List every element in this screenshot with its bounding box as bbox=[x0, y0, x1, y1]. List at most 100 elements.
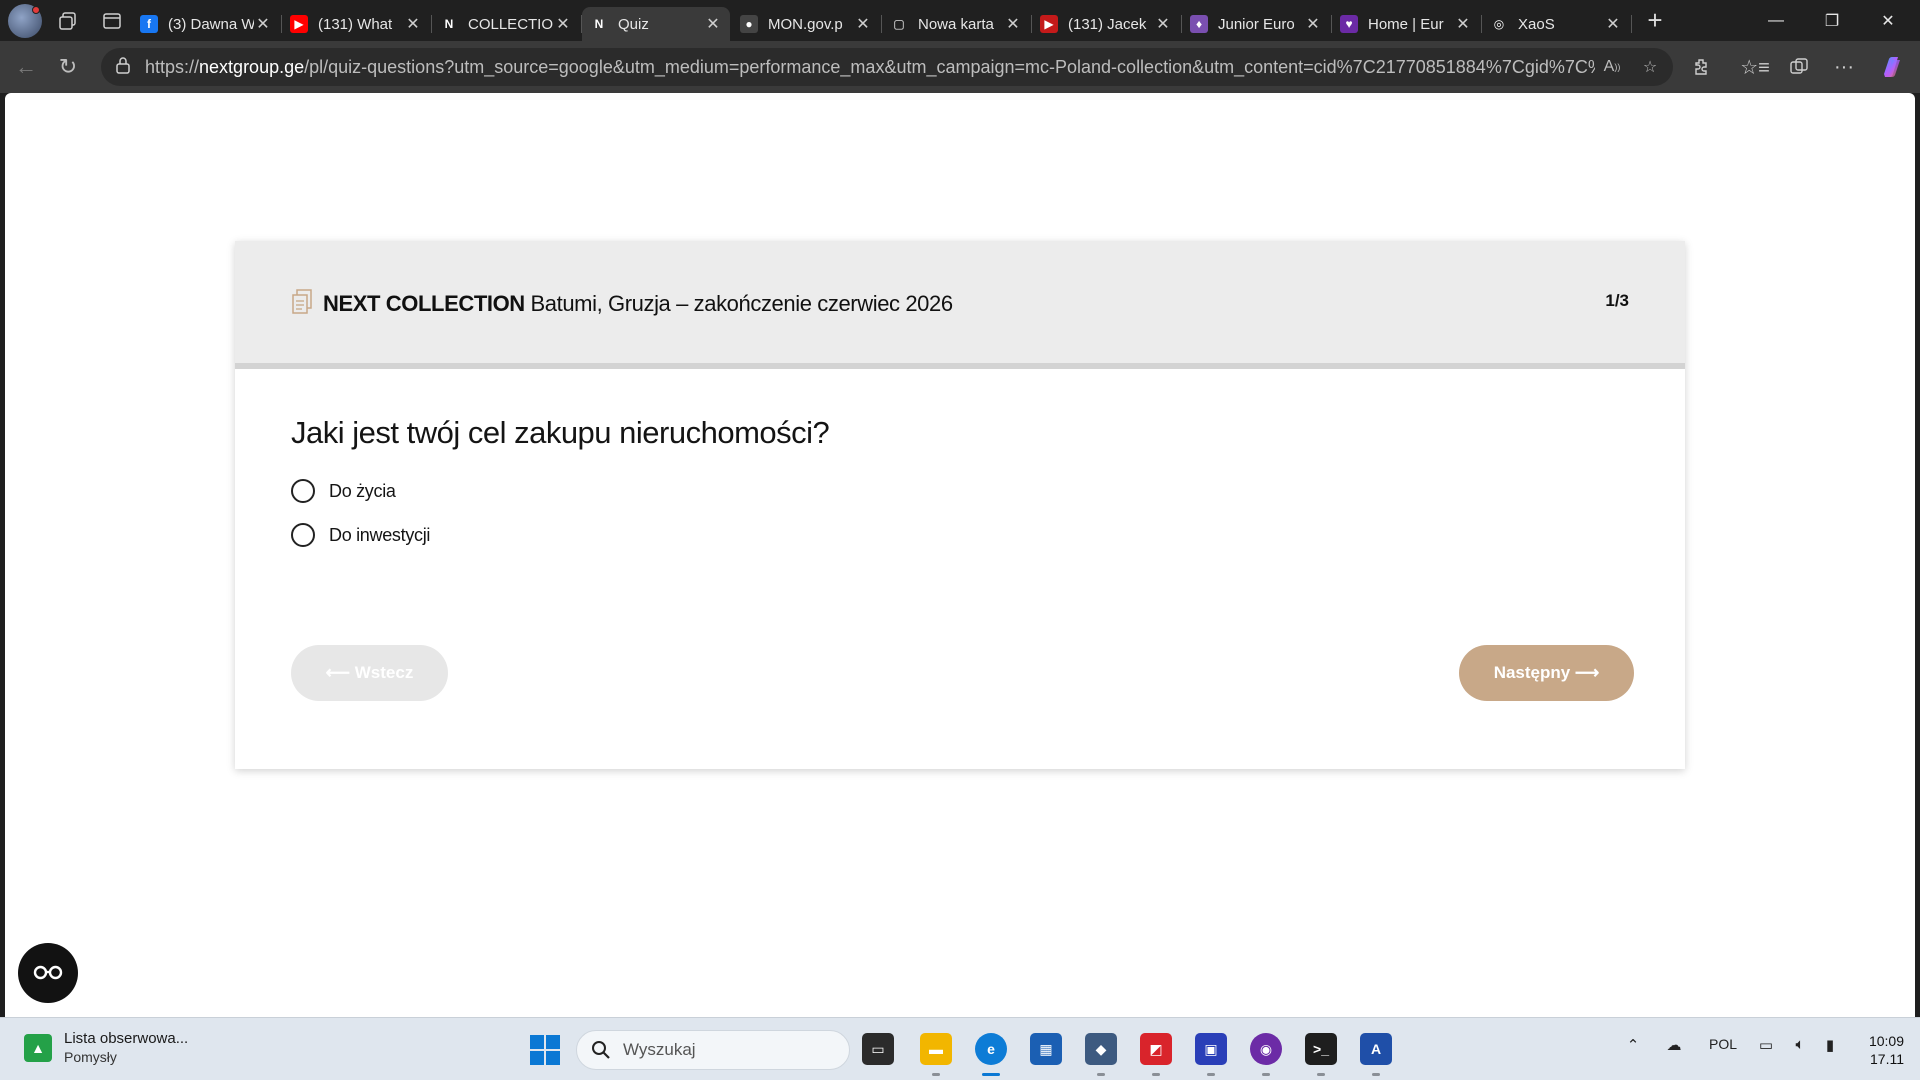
watchlist-icon: ▲ bbox=[24, 1034, 52, 1062]
onedrive-cloud-icon[interactable]: ☁ bbox=[1660, 1036, 1688, 1054]
close-tab-icon[interactable]: ✕ bbox=[1004, 14, 1022, 34]
next-button[interactable]: Następny ⟶ bbox=[1459, 645, 1634, 701]
save-disk-icon[interactable]: ▣ bbox=[1195, 1033, 1227, 1065]
option-label: Do życia bbox=[329, 480, 396, 501]
close-window-button[interactable]: ✕ bbox=[1860, 0, 1916, 41]
network-icon[interactable]: ▭ bbox=[1754, 1036, 1778, 1054]
step-counter: 1/3 bbox=[1605, 291, 1629, 310]
browser-tab[interactable]: ◎ XaoS ✕ bbox=[1482, 7, 1632, 41]
volume-icon[interactable]: 🔈︎ bbox=[1788, 1036, 1812, 1053]
close-tab-icon[interactable]: ✕ bbox=[1604, 14, 1622, 34]
address-bar[interactable]: https://nextgroup.ge/pl/quiz-questions?u… bbox=[101, 48, 1673, 86]
glasses-icon bbox=[33, 965, 63, 980]
back-arrow-icon[interactable]: ← bbox=[6, 49, 46, 85]
show-hidden-icons-chevron-icon[interactable]: ⌃ bbox=[1622, 1036, 1644, 1054]
language-indicator[interactable]: POL bbox=[1706, 1036, 1740, 1052]
quiz-card: NEXT COLLECTION Batumi, Gruzja – zakończ… bbox=[235, 241, 1685, 769]
close-tab-icon[interactable]: ✕ bbox=[254, 14, 272, 34]
start-windows-icon[interactable] bbox=[530, 1035, 560, 1065]
browser-tab[interactable]: N Quiz ✕ bbox=[582, 7, 730, 41]
eurovision-icon: ♥ bbox=[1340, 15, 1358, 33]
close-tab-icon[interactable]: ✕ bbox=[554, 14, 572, 34]
github-icon: ● bbox=[740, 15, 758, 33]
virtualbox-icon[interactable]: ◆ bbox=[1085, 1033, 1117, 1065]
browser-toolbar: ← ↻ https://nextgroup.ge/pl/quiz-questio… bbox=[0, 41, 1920, 93]
tab-title: (3) Dawna W bbox=[168, 15, 254, 33]
microsoft-store-icon[interactable]: ▦ bbox=[1030, 1033, 1062, 1065]
radio-button[interactable] bbox=[291, 523, 315, 547]
tab-list: f (3) Dawna W ✕ ▶ (131) What ✕ N COLLECTIO ✕ N Qui… bbox=[130, 0, 1632, 41]
search-icon bbox=[592, 1041, 610, 1059]
browser-tab[interactable]: ♦ Junior Euro ✕ bbox=[1182, 7, 1332, 41]
close-tab-icon[interactable]: ✕ bbox=[704, 14, 722, 34]
new-tab-icon: ▢ bbox=[890, 15, 908, 33]
browser-tab[interactable]: f (3) Dawna W ✕ bbox=[132, 7, 282, 41]
task-view-icon[interactable]: ▭ bbox=[862, 1033, 894, 1065]
close-tab-icon[interactable]: ✕ bbox=[854, 14, 872, 34]
browser-tab-strip: f (3) Dawna W ✕ ▶ (131) What ✕ N COLLECTIO ✕ N Qui… bbox=[0, 0, 1920, 41]
red-app-icon[interactable]: ◩ bbox=[1140, 1033, 1172, 1065]
next-logo-icon: N bbox=[440, 15, 458, 33]
restore-button[interactable]: ❐ bbox=[1804, 0, 1860, 41]
purple-app-icon[interactable]: ◉ bbox=[1250, 1033, 1282, 1065]
browser-tab[interactable]: N COLLECTIO ✕ bbox=[432, 7, 582, 41]
back-button[interactable]: ⟵ Wstecz bbox=[291, 645, 448, 701]
browser-tab[interactable]: ▢ Nowa karta ✕ bbox=[882, 7, 1032, 41]
url-text[interactable]: https://nextgroup.ge/pl/quiz-questions?u… bbox=[145, 57, 1595, 78]
tab-separator bbox=[1631, 15, 1632, 33]
facebook-icon: f bbox=[140, 15, 158, 33]
tab-title: Nowa karta bbox=[918, 15, 994, 33]
profile-avatar[interactable] bbox=[8, 3, 42, 38]
browser-tab[interactable]: ▶ (131) Jacek ✕ bbox=[1032, 7, 1182, 41]
battery-icon[interactable]: ▮ bbox=[1818, 1036, 1842, 1054]
file-explorer-icon[interactable]: ▬ bbox=[920, 1033, 952, 1065]
favorite-star-icon[interactable]: ☆ bbox=[1639, 56, 1661, 78]
edge-icon[interactable]: e bbox=[975, 1033, 1007, 1065]
widgets-button[interactable]: ▲ Lista obserwowa... Pomysły bbox=[24, 1030, 188, 1066]
tab-title: Junior Euro bbox=[1218, 15, 1295, 33]
browser-tab[interactable]: ♥ Home | Eur ✕ bbox=[1332, 7, 1482, 41]
copilot-icon[interactable] bbox=[1876, 51, 1908, 83]
quiz-header: NEXT COLLECTION Batumi, Gruzja – zakończ… bbox=[235, 241, 1685, 369]
tab-title: (131) What bbox=[318, 15, 393, 33]
junior-eurovision-icon: ♦ bbox=[1190, 15, 1208, 33]
collections-icon[interactable] bbox=[1783, 51, 1815, 83]
workspaces-icon[interactable] bbox=[50, 5, 86, 37]
close-tab-icon[interactable]: ✕ bbox=[1154, 14, 1172, 34]
chat-widget-button[interactable] bbox=[18, 943, 78, 1003]
radio-button[interactable] bbox=[291, 479, 315, 503]
next-logo-icon: N bbox=[590, 15, 608, 33]
read-aloud-icon[interactable]: A)) bbox=[1601, 56, 1623, 78]
favorites-icon[interactable]: ☆≡ bbox=[1739, 51, 1771, 83]
tab-title: Quiz bbox=[618, 15, 649, 33]
vertical-tabs-icon[interactable] bbox=[94, 5, 130, 37]
globe-icon: ◎ bbox=[1490, 15, 1508, 33]
browser-tab[interactable]: ▶ (131) What ✕ bbox=[282, 7, 432, 41]
question-text: Jaki jest twój cel zakupu nieruchomości? bbox=[291, 415, 830, 450]
refresh-icon[interactable]: ↻ bbox=[48, 49, 88, 85]
more-options-icon[interactable]: ··· bbox=[1828, 51, 1860, 83]
notification-dot bbox=[32, 5, 40, 14]
option-investment[interactable]: Do inwestycji bbox=[291, 523, 430, 547]
close-tab-icon[interactable]: ✕ bbox=[404, 14, 422, 34]
lock-icon[interactable] bbox=[115, 56, 131, 79]
close-tab-icon[interactable]: ✕ bbox=[1454, 14, 1472, 34]
youtube-icon: ▶ bbox=[290, 15, 308, 33]
terminal-icon[interactable]: >_ bbox=[1305, 1033, 1337, 1065]
extensions-icon[interactable] bbox=[1686, 51, 1718, 83]
project-location: Batumi, Gruzja – zakończenie czerwiec 20… bbox=[524, 291, 953, 316]
search-placeholder: Wyszukaj bbox=[623, 1040, 696, 1059]
widget-title: Lista obserwowa... bbox=[64, 1030, 189, 1047]
minimize-button[interactable]: — bbox=[1748, 0, 1804, 41]
browser-tab[interactable]: ● MON.gov.p ✕ bbox=[732, 7, 882, 41]
close-tab-icon[interactable]: ✕ bbox=[1304, 14, 1322, 34]
tab-title: (131) Jacek bbox=[1068, 15, 1147, 33]
taskbar-search[interactable]: Wyszukaj bbox=[576, 1030, 850, 1070]
tab-title: Home | Eur bbox=[1368, 15, 1444, 33]
option-living[interactable]: Do życia bbox=[291, 479, 396, 503]
new-tab-button[interactable]: + bbox=[1638, 5, 1672, 37]
document-icon bbox=[291, 289, 313, 320]
brand-name: NEXT COLLECTION bbox=[323, 291, 525, 316]
taskbar-clock[interactable]: 10:09 17.11 bbox=[1844, 1032, 1904, 1068]
blue-a-app-icon[interactable]: A bbox=[1360, 1033, 1392, 1065]
